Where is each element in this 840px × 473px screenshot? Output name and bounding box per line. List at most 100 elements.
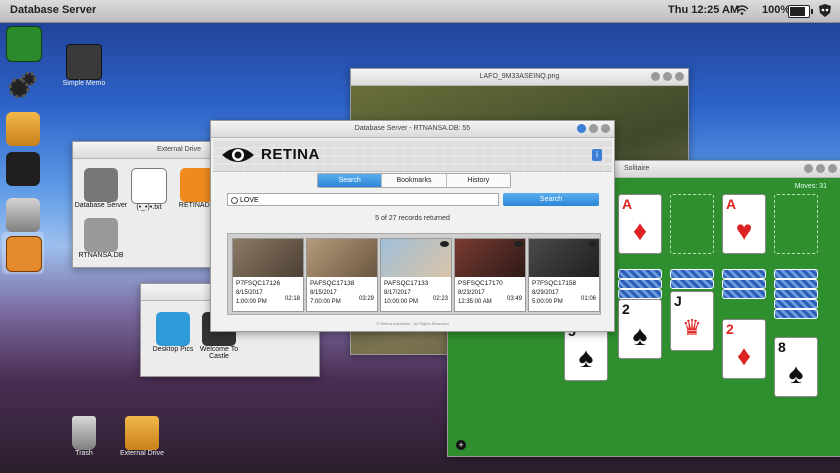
result-item[interactable]: PSFSQC17170 8/23/2017 12:35:00 AM 03:49 <box>454 238 526 312</box>
close-button[interactable] <box>601 124 610 133</box>
result-item[interactable]: P7FSQC17126 8/15/2017 1:00:00 PM 02:18 <box>232 238 304 312</box>
external-drive-shortcut[interactable]: External Drive <box>110 416 174 457</box>
results-strip: P7FSQC17126 8/15/2017 1:00:00 PM 02:18 P… <box>227 233 601 315</box>
trash-shortcut[interactable]: Trash <box>52 416 116 457</box>
close-button[interactable] <box>675 72 684 81</box>
minimize-button[interactable] <box>651 72 660 81</box>
card-back <box>722 279 766 289</box>
search-button[interactable]: Search <box>503 193 599 206</box>
retina-window[interactable]: Database Server - RTNANSA.DB: 55 RETINA … <box>210 120 615 332</box>
result-item[interactable]: P7FSQC17158 8/29/2017 5:00:00 PM 01:06 <box>528 238 600 312</box>
tab-history[interactable]: History <box>445 174 510 187</box>
card-back <box>774 269 818 279</box>
card-jack-spades[interactable]: J ♛ <box>670 291 714 351</box>
tab-search[interactable]: Search <box>318 174 382 187</box>
card-back <box>618 269 662 279</box>
card-back <box>774 309 818 319</box>
eye-icon <box>84 168 118 202</box>
close-button[interactable] <box>828 164 837 173</box>
text-file-icon <box>131 168 167 204</box>
retina-header: RETINA i <box>213 139 612 172</box>
card-back <box>618 279 662 289</box>
retina-window-title: Database Server - RTNANSA.DB: 55 <box>354 125 471 132</box>
maximize-button[interactable] <box>816 164 825 173</box>
result-time: 12:35:00 AM <box>458 299 492 305</box>
card-back <box>670 279 714 289</box>
copyright-text: © Retina Industries - All Rights Reserve… <box>376 321 449 326</box>
card-two-diamonds[interactable]: 2 ♦ <box>722 319 766 379</box>
drive-icon <box>125 416 159 450</box>
photo-icon[interactable] <box>6 236 42 272</box>
result-date: 8/15/2017 <box>310 290 337 296</box>
simple-memo-shortcut[interactable]: Simple Memo <box>52 44 116 87</box>
result-thumbnail <box>307 239 377 277</box>
solitaire-icon[interactable] <box>6 26 42 62</box>
database-icon <box>84 218 118 252</box>
trash-icon[interactable] <box>6 198 40 232</box>
result-date: 8/29/2017 <box>532 290 559 296</box>
foundation-slot[interactable] <box>670 194 714 254</box>
folder-icon <box>156 312 190 346</box>
eye-icon[interactable] <box>6 152 40 186</box>
maximize-button[interactable] <box>589 124 598 133</box>
dock <box>0 22 46 292</box>
clock: Thu 12:25 AM <box>668 4 740 16</box>
external-drive-label: External Drive <box>120 450 164 457</box>
search-value: LOVE <box>240 197 259 204</box>
result-thumbnail <box>233 239 303 277</box>
eye-icon <box>514 241 523 247</box>
card-ace-hearts[interactable]: A ♥ <box>722 194 766 254</box>
maximize-button[interactable] <box>663 72 672 81</box>
result-date: 8/17/2017 <box>384 290 411 296</box>
trash-icon <box>72 416 96 450</box>
trash-label: Trash <box>75 450 93 457</box>
tab-bar: Search Bookmarks History <box>317 173 511 188</box>
memo-icon <box>66 44 102 80</box>
drive-icon[interactable] <box>6 112 40 146</box>
chart-icon <box>180 168 214 202</box>
card-back <box>670 269 714 279</box>
search-icon <box>231 197 238 204</box>
shield-icon[interactable] <box>818 3 832 18</box>
card-back <box>774 299 818 309</box>
card-two-spades[interactable]: 2 ♠ <box>618 299 662 359</box>
add-icon[interactable]: + <box>456 440 466 450</box>
card-back <box>774 289 818 299</box>
result-id: P7FSQC17126 <box>236 280 281 287</box>
app-title: Database Server <box>10 4 97 16</box>
tab-bookmarks[interactable]: Bookmarks <box>381 174 446 187</box>
result-id: PAFSQC17133 <box>384 280 429 287</box>
photo-window-titlebar[interactable]: LAFO_9M33ASEINQ.png <box>351 69 688 86</box>
file-label: RTNANSA.DB <box>78 252 124 259</box>
menu-bar: Database Server Thu 12:25 AM 100% <box>0 0 840 23</box>
minimize-button[interactable] <box>577 124 586 133</box>
result-id: PAFSQC17138 <box>310 280 355 287</box>
wifi-icon[interactable] <box>735 5 749 15</box>
result-id: PSFSQC17170 <box>458 280 503 287</box>
info-icon[interactable]: i <box>592 149 602 161</box>
simple-memo-label: Simple Memo <box>62 80 106 87</box>
result-date: 8/15/2017 <box>236 290 263 296</box>
result-time: 7:00:00 PM <box>310 299 341 305</box>
card-ace-diamonds[interactable]: A ♦ <box>618 194 662 254</box>
result-id: P7FSQC17158 <box>532 280 577 287</box>
foundation-slot[interactable] <box>774 194 818 254</box>
battery-percent: 100% <box>762 4 791 16</box>
eye-icon <box>440 241 449 247</box>
card-eight-spades[interactable]: 8 ♠ <box>774 337 818 397</box>
minimize-button[interactable] <box>804 164 813 173</box>
gear-icon[interactable] <box>6 68 40 102</box>
card-back <box>774 279 818 289</box>
result-item[interactable]: PAFSQC17133 8/17/2017 10:00:00 PM 02:23 <box>380 238 452 312</box>
battery-icon <box>788 5 813 18</box>
search-input[interactable]: LOVE <box>227 193 499 206</box>
result-duration: 02:18 <box>284 296 300 302</box>
result-duration: 03:49 <box>506 296 522 302</box>
card-back <box>722 269 766 279</box>
file-rtnansa-db[interactable]: RTNANSA.DB <box>71 218 131 259</box>
moves-counter: Moves: 31 <box>794 183 827 190</box>
retina-titlebar[interactable]: Database Server - RTNANSA.DB: 55 <box>211 121 614 138</box>
result-duration: 01:06 <box>580 296 596 302</box>
result-item[interactable]: PAFSQC17138 8/15/2017 7:00:00 PM 03:29 <box>306 238 378 312</box>
external-drive-title: External Drive <box>157 146 201 153</box>
